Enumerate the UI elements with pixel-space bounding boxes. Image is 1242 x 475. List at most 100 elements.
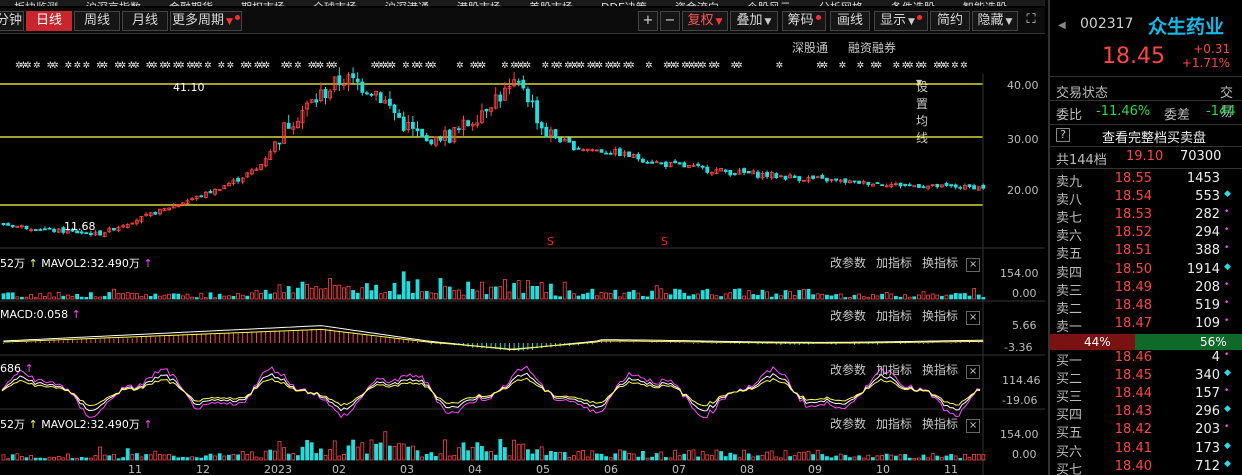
close-icon[interactable]: × bbox=[966, 419, 981, 433]
level-label: 卖二 bbox=[1056, 301, 1083, 317]
candle-body bbox=[535, 100, 539, 124]
volume-bar bbox=[102, 295, 107, 300]
change-params-button[interactable]: 改参数 bbox=[830, 256, 866, 270]
close-icon[interactable]: × bbox=[966, 365, 981, 379]
buys-level-row[interactable]: 买七 18.40 712 ◆ bbox=[1056, 459, 1242, 475]
volume-bar bbox=[848, 297, 852, 300]
chips-button[interactable]: 筹码 bbox=[782, 11, 826, 31]
top-menu-item[interactable]: 智能选股 bbox=[963, 0, 1007, 6]
more-periods-dropdown[interactable]: 更多周期 ▼ bbox=[170, 11, 242, 31]
buys-level-row[interactable]: 买二 18.45 340 ◆ bbox=[1056, 368, 1242, 387]
volume-bar bbox=[783, 290, 788, 300]
period-month-tab[interactable]: 月线 bbox=[122, 11, 168, 31]
kline-chart-area[interactable]: ✲ ✲ ✲ ✲ ✲ ✲ ✲ ✲ ✲ ✲ ✲ ✲ ✲ ✲ ✲ ✲ ✲ ✲ ✲ ✲ ✲ ✲ ✲ ✲ ✲ ✲ ✲ ✲ ✲ ✲ ✲ ✲ ✲ ✲ ✲ ✲ ✲ ✲ ✲ ✲… bbox=[0, 52, 1045, 475]
buys-level-row[interactable]: 买五 18.42 203 • bbox=[1056, 422, 1242, 441]
top-menu-item[interactable]: 条件选股 bbox=[891, 0, 935, 6]
top-menu-item[interactable]: 沪深港通 bbox=[385, 0, 429, 6]
volume-bar bbox=[576, 451, 581, 461]
volume-bar bbox=[880, 293, 884, 300]
sells-level-row[interactable]: 卖三 18.49 208 • bbox=[1056, 280, 1242, 299]
close-icon[interactable]: × bbox=[966, 311, 981, 325]
top-menu-item[interactable]: 板块监测 bbox=[14, 0, 58, 6]
top-menu-item[interactable]: 期权市场 bbox=[241, 0, 285, 6]
buys-level-row[interactable]: 买四 18.43 296 ◆ bbox=[1056, 404, 1242, 423]
sells-level-row[interactable]: 卖一 18.47 109 • bbox=[1056, 316, 1242, 335]
switch-indicator-button[interactable]: 换指标 bbox=[922, 417, 958, 431]
buys-level-row[interactable]: 买六 18.41 173 ◆ bbox=[1056, 441, 1242, 460]
top-menu-item[interactable]: 港股市场 bbox=[457, 0, 501, 6]
weibi-label: 委比 bbox=[1056, 108, 1083, 123]
volume-bar bbox=[530, 285, 535, 300]
switch-indicator-button[interactable]: 换指标 bbox=[922, 363, 958, 377]
volume-bar bbox=[203, 297, 208, 300]
buys-level-row[interactable]: 买一 18.46 4 • bbox=[1056, 350, 1242, 369]
period-week-tab[interactable]: 周线 bbox=[74, 11, 120, 31]
sells-level-row[interactable]: 卖七 18.53 282 • bbox=[1056, 207, 1242, 227]
change-params-button[interactable]: 改参数 bbox=[830, 417, 866, 431]
event-star-icon: ✲ bbox=[65, 61, 73, 71]
collapse-arrow-icon[interactable]: ◀ bbox=[1058, 20, 1066, 31]
volume-bar bbox=[466, 281, 471, 300]
kdj-y-bottom: -19.06 bbox=[1002, 394, 1037, 407]
top-menu-item[interactable]: 金融期货 bbox=[169, 0, 213, 6]
level-label: 卖五 bbox=[1056, 247, 1083, 263]
full-book-link[interactable]: 查看完整档买卖盘 bbox=[1102, 127, 1206, 146]
zoom-out-button[interactable]: − bbox=[660, 11, 680, 31]
period-minute-tab[interactable]: 分钟 bbox=[0, 11, 24, 31]
change-params-button[interactable]: 改参数 bbox=[830, 309, 866, 323]
display-dropdown[interactable]: 显示 ▼ bbox=[874, 11, 928, 31]
top-menu-item[interactable]: 沪深京指数 bbox=[86, 0, 141, 6]
candle-body bbox=[746, 171, 751, 174]
change-params-button[interactable]: 改参数 bbox=[830, 363, 866, 377]
hide-dropdown[interactable]: 隐藏 ▼ bbox=[972, 11, 1018, 31]
candle-body bbox=[112, 227, 116, 231]
draw-line-button[interactable]: 画线 bbox=[830, 11, 870, 31]
full-book-row[interactable]: ? 查看完整档买卖盘 bbox=[1056, 127, 1242, 146]
sells-level-row[interactable]: 卖九 18.55 1453 bbox=[1056, 171, 1242, 190]
volume-bar bbox=[834, 294, 838, 300]
volume-bar bbox=[98, 296, 102, 300]
volume-bar bbox=[769, 296, 774, 300]
top-menu-item[interactable]: DDE决策 bbox=[601, 0, 647, 6]
volume-bar bbox=[245, 454, 250, 461]
sells-level-row[interactable]: 卖二 18.48 519 • bbox=[1056, 298, 1242, 317]
overlay-dropdown[interactable]: 叠加 ▼ bbox=[730, 11, 778, 31]
volume-bar bbox=[889, 293, 894, 300]
simple-mode-button[interactable]: 简约 bbox=[930, 11, 970, 31]
total-levels-row: 共144档 19.10 70300 bbox=[1056, 149, 1242, 168]
sells-level-row[interactable]: 卖八 18.54 553 ◆ bbox=[1056, 189, 1242, 208]
top-menu-item[interactable]: 全球市场 bbox=[313, 0, 357, 6]
fuquan-dropdown[interactable]: 复权 ▼ bbox=[682, 11, 728, 31]
level-label: 卖七 bbox=[1056, 211, 1083, 227]
top-menu-item[interactable]: 分析网格 bbox=[819, 0, 863, 6]
level-label: 卖九 bbox=[1056, 175, 1083, 190]
volume-bar bbox=[61, 457, 66, 461]
sells-level-row[interactable]: 卖五 18.51 388 • bbox=[1056, 243, 1242, 263]
add-indicator-button[interactable]: 加指标 bbox=[876, 256, 912, 270]
add-indicator-button[interactable]: 加指标 bbox=[876, 309, 912, 323]
sells-level-row[interactable]: 卖六 18.52 294 • bbox=[1056, 225, 1242, 244]
volume-bar bbox=[958, 458, 963, 461]
period-day-tab[interactable]: 日线 bbox=[26, 11, 72, 31]
top-menu-item[interactable]: 个股风云 bbox=[747, 0, 791, 6]
candle-body bbox=[774, 173, 779, 178]
fullscreen-icon[interactable]: ⛶ bbox=[1020, 11, 1042, 31]
volume-bar bbox=[268, 449, 273, 461]
top-menu-item[interactable]: 资金流向 bbox=[675, 0, 719, 6]
volume-bar bbox=[788, 291, 792, 300]
buys-level-row[interactable]: 买三 18.44 157 • bbox=[1056, 386, 1242, 405]
zoom-in-button[interactable]: + bbox=[638, 11, 658, 31]
candle-body bbox=[199, 195, 204, 198]
help-icon[interactable]: ? bbox=[1056, 128, 1070, 142]
add-indicator-button[interactable]: 加指标 bbox=[876, 363, 912, 377]
switch-indicator-button[interactable]: 换指标 bbox=[922, 256, 958, 270]
sells-level-row[interactable]: 卖四 18.50 1914 ◆ bbox=[1056, 262, 1242, 281]
buy-sell-ratio-bar: 44% 56% bbox=[1050, 334, 1242, 350]
add-indicator-button[interactable]: 加指标 bbox=[876, 417, 912, 431]
close-icon[interactable]: × bbox=[966, 258, 981, 272]
top-menu-item[interactable]: 美股市场 bbox=[529, 0, 573, 6]
volume-bar bbox=[917, 294, 921, 300]
volume-bar bbox=[139, 296, 144, 300]
volume-bar bbox=[526, 280, 530, 300]
switch-indicator-button[interactable]: 换指标 bbox=[922, 309, 958, 323]
